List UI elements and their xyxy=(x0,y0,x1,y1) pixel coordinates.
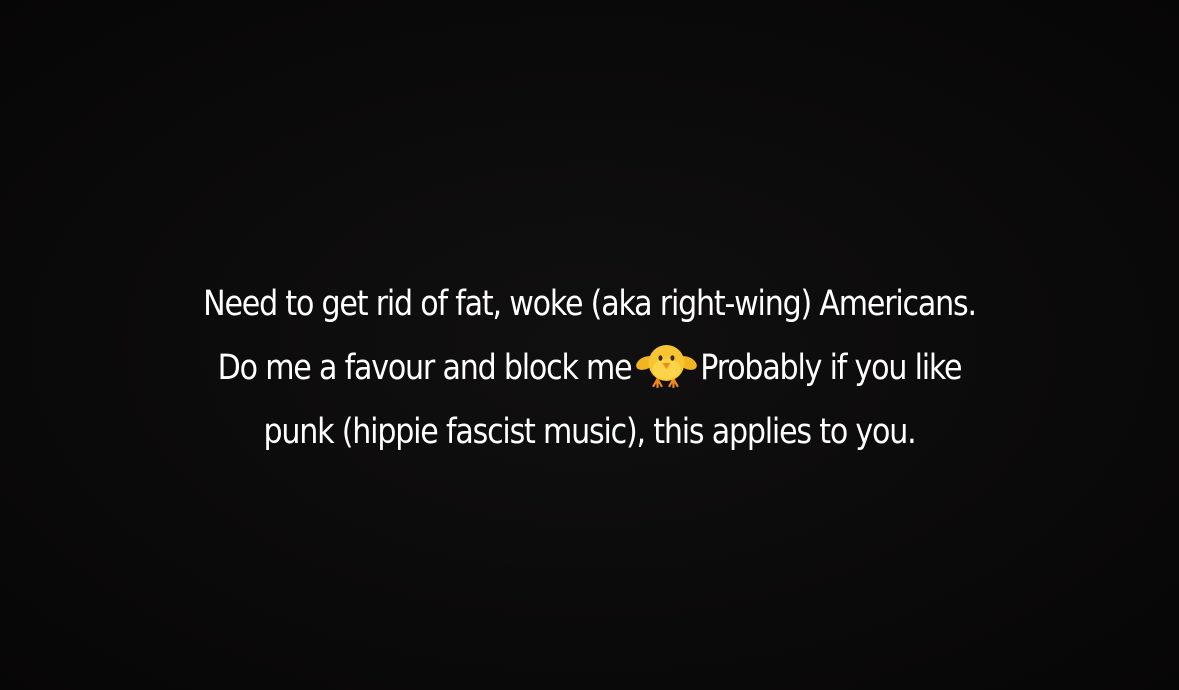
caption-line-2-start: Do me a favour and block me xyxy=(217,348,633,388)
story-caption: Need to get rid of fat, woke (aka right-… xyxy=(83,272,1097,464)
caption-line-2-end: Probably if you like xyxy=(700,348,962,388)
baby-chick-icon xyxy=(636,339,698,389)
caption-line-3: punk (hippie fascist music), this applie… xyxy=(263,412,917,452)
story-canvas: Need to get rid of fat, woke (aka right-… xyxy=(0,0,1179,690)
caption-line-2: Do me a favour and block me Probably if … xyxy=(83,336,1097,400)
caption-line-1: Need to get rid of fat, woke (aka right-… xyxy=(203,284,977,324)
